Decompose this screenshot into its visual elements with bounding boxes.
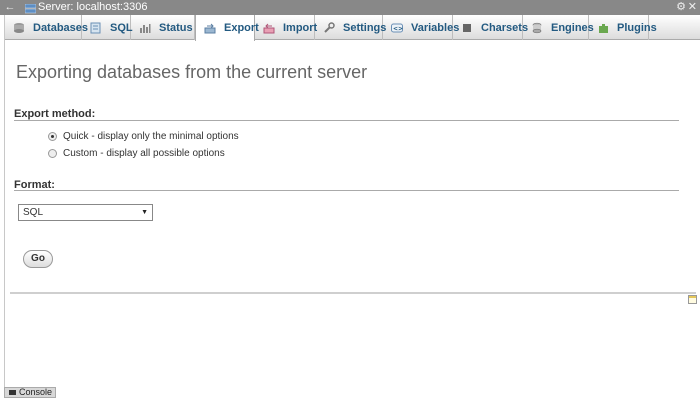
tab-status[interactable]: Status [131, 15, 195, 40]
tab-label: Charsets [481, 21, 529, 34]
close-icon[interactable]: ✕ [688, 0, 697, 15]
divider [14, 120, 679, 121]
tab-export[interactable]: Export [195, 15, 259, 41]
custom-option-label[interactable]: Custom - display all possible options [63, 148, 225, 159]
tab-plugins[interactable]: Plugins [589, 15, 657, 40]
custom-radio[interactable] [48, 149, 57, 158]
footer-divider [10, 292, 696, 294]
export-icon [204, 22, 216, 34]
gear-icon[interactable]: ⚙ [676, 0, 686, 15]
quick-option-label[interactable]: Quick - display only the minimal options [63, 131, 239, 142]
server-title-bar: ← Server: localhost:3306 ⚙ ✕ [0, 0, 700, 15]
export-method-custom-option[interactable]: Custom - display all possible options [48, 148, 225, 159]
tab-label: Export [224, 22, 259, 34]
variables-icon: <> [391, 22, 403, 34]
export-method-label: Export method: [14, 108, 96, 120]
svg-text:<>: <> [393, 25, 403, 32]
left-border [4, 15, 5, 398]
export-method-quick-option[interactable]: Quick - display only the minimal options [48, 131, 239, 142]
server-icon [24, 3, 37, 14]
tab-label: Plugins [617, 21, 657, 34]
database-icon [13, 22, 25, 34]
chevron-down-icon: ▼ [141, 209, 148, 216]
tab-label: Status [159, 21, 193, 34]
tab-import[interactable]: Import [255, 15, 318, 40]
format-selected-value: SQL [23, 207, 44, 218]
server-title[interactable]: Server: localhost:3306 [38, 0, 147, 15]
tab-label: Import [283, 21, 318, 34]
folder-icon [9, 390, 16, 395]
tab-bar: Databases SQL Status Export Import Setti… [5, 15, 700, 41]
status-icon [139, 22, 151, 34]
note-icon[interactable] [688, 295, 697, 304]
tab-label: Databases [33, 21, 89, 34]
go-button[interactable]: Go [23, 250, 53, 268]
console-label: Console [19, 387, 53, 397]
tab-variables[interactable]: <> Variables [383, 15, 459, 40]
plugins-icon [597, 22, 609, 34]
divider [14, 190, 679, 191]
tab-databases[interactable]: Databases [5, 15, 88, 40]
quick-radio[interactable] [48, 132, 57, 141]
tab-sql[interactable]: SQL [82, 15, 133, 40]
tab-settings[interactable]: Settings [315, 15, 387, 40]
format-select[interactable]: SQL ▼ [18, 204, 153, 221]
settings-icon [323, 21, 335, 34]
charsets-icon [461, 22, 473, 34]
import-icon [263, 22, 275, 34]
tab-label: SQL [110, 21, 133, 34]
tab-label: Engines [551, 21, 594, 34]
tab-engines[interactable]: Engines [523, 15, 594, 40]
engines-icon [531, 22, 543, 34]
console-toggle[interactable]: Console [4, 387, 57, 398]
sql-icon [90, 22, 102, 34]
tab-label: Settings [343, 21, 387, 34]
tab-charsets[interactable]: Charsets [453, 15, 528, 40]
back-arrow-icon[interactable]: ← [3, 0, 17, 15]
page-title: Exporting databases from the current ser… [16, 62, 368, 82]
